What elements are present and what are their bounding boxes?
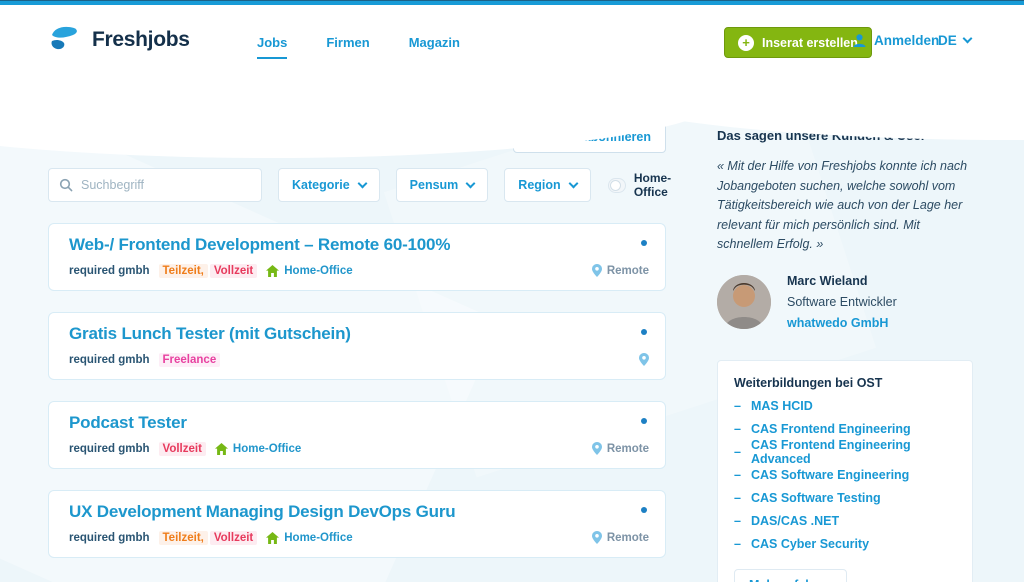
more-info-button[interactable]: Mehr erfahren — [734, 568, 848, 582]
course-label: CAS Software Engineering — [750, 468, 910, 482]
dash-icon: – — [734, 514, 741, 528]
job-title[interactable]: Podcast Tester — [69, 413, 647, 433]
course-label: CAS Frontend Engineering — [750, 422, 911, 436]
job-title[interactable]: UX Development Managing Design DevOps Gu… — [69, 502, 647, 522]
job-location: Remote — [606, 442, 649, 455]
nav-magazin[interactable]: Magazin — [409, 35, 460, 59]
search-input[interactable] — [81, 178, 251, 192]
badge-vollzeit: Vollzeit — [158, 442, 206, 456]
badge-vollzeit: Vollzeit — [209, 531, 258, 545]
top-accent-bar — [0, 0, 1024, 5]
job-card[interactable]: Podcast Tester required gmbh Vollzeit Ho… — [48, 401, 666, 469]
location-pin-icon — [591, 531, 602, 544]
course-link-cas-software-testing[interactable]: – CAS Software Testing — [734, 487, 956, 510]
create-listing-button[interactable]: + Inserat erstellen — [724, 27, 872, 58]
testimonial-author-name: Marc Wieland — [787, 273, 868, 288]
login-button[interactable]: Anmelden — [852, 33, 939, 48]
job-location: Remote — [606, 264, 649, 277]
chevron-down-icon — [568, 178, 579, 189]
main-nav: Jobs Firmen Magazin — [257, 35, 460, 59]
create-listing-label: Inserat erstellen — [762, 35, 858, 50]
user-icon — [852, 33, 867, 48]
home-office-badge: Home-Office — [232, 443, 302, 455]
course-link-mas-hcid[interactable]: – MAS HCID — [734, 395, 956, 418]
job-location: Remote — [606, 531, 649, 544]
testimonial-author-company-link[interactable]: whatwedo GmbH — [787, 313, 897, 334]
filter-pensum-label: Pensum — [409, 178, 459, 192]
course-label: DAS/CAS .NET — [750, 514, 840, 528]
unread-dot — [641, 240, 647, 246]
chevron-down-icon — [357, 178, 368, 189]
search-icon — [59, 178, 73, 192]
dash-icon: – — [734, 422, 741, 436]
home-office-badge: Home-Office — [284, 532, 353, 544]
logo-text: Freshjobs — [92, 28, 190, 51]
home-office-toggle-label: Home-Office — [633, 171, 672, 199]
logo[interactable]: Freshjobs — [48, 24, 190, 56]
course-link-cas-frontend-advanced[interactable]: – CAS Frontend Engineering Advanced — [734, 438, 956, 466]
badge-vollzeit: Vollzeit — [209, 264, 258, 278]
course-label: CAS Cyber Security — [750, 537, 870, 551]
freshjobs-logo-icon — [48, 24, 82, 56]
filter-kategorie-label: Kategorie — [292, 178, 350, 192]
job-card[interactable]: Gratis Lunch Tester (mit Gutschein) requ… — [48, 312, 666, 380]
testimonial-author-role: Software Entwickler — [787, 294, 897, 309]
home-office-toggle[interactable] — [607, 177, 626, 193]
course-label: CAS Frontend Engineering Advanced — [750, 438, 911, 466]
unread-dot — [641, 329, 647, 335]
home-icon — [266, 532, 280, 544]
filter-pensum[interactable]: Pensum — [395, 168, 489, 202]
badge-freelance: Freelance — [158, 353, 221, 367]
testimonial-quote: « Mit der Hilfe von Freshjobs konnte ich… — [717, 159, 968, 251]
course-label: CAS Software Testing — [750, 491, 881, 505]
dash-icon: – — [734, 399, 741, 413]
login-label: Anmelden — [874, 33, 940, 48]
job-card[interactable]: UX Development Managing Design DevOps Gu… — [48, 490, 666, 558]
chevron-down-icon — [962, 33, 973, 44]
search-box — [48, 168, 262, 202]
language-selector[interactable]: DE — [938, 33, 973, 48]
nav-jobs[interactable]: Jobs — [257, 35, 288, 59]
filter-region-label: Region — [518, 178, 561, 192]
sidebar: Das sagen unsere Kunden & User « Mit der… — [717, 128, 973, 582]
job-list-section: 4 frische Jobs in der Schweiz Jobs abonn… — [48, 121, 671, 558]
home-icon — [266, 265, 280, 277]
filter-kategorie[interactable]: Kategorie — [278, 168, 380, 202]
badge-teilzeit: Teilzeit, — [158, 531, 208, 545]
location-pin-icon — [639, 353, 649, 366]
dash-icon: – — [734, 468, 741, 482]
course-link-cas-cyber-security[interactable]: – CAS Cyber Security — [734, 533, 956, 556]
dash-icon: – — [734, 491, 741, 505]
home-icon — [214, 443, 228, 455]
badge-teilzeit: Teilzeit, — [158, 264, 208, 278]
plus-icon: + — [738, 34, 754, 51]
home-office-badge: Home-Office — [284, 265, 353, 277]
location-pin-icon — [591, 442, 602, 455]
job-title[interactable]: Web-/ Frontend Development – Remote 60-1… — [69, 235, 647, 255]
dash-icon: – — [734, 445, 741, 459]
course-link-cas-software-engineering[interactable]: – CAS Software Engineering — [734, 464, 956, 487]
unread-dot — [641, 507, 647, 513]
job-company: required gmbh — [69, 443, 150, 455]
courses-card: Weiterbildungen bei OST – MAS HCID – CAS… — [717, 359, 973, 582]
unread-dot — [641, 418, 647, 424]
nav-firmen[interactable]: Firmen — [326, 35, 369, 59]
dash-icon: – — [734, 537, 741, 551]
job-company: required gmbh — [69, 532, 150, 544]
toggle-knob — [609, 179, 621, 191]
courses-heading: Weiterbildungen bei OST — [734, 375, 883, 390]
job-company: required gmbh — [69, 265, 150, 277]
location-pin-icon — [591, 264, 602, 277]
job-company: required gmbh — [69, 354, 150, 366]
course-label: MAS HCID — [750, 399, 813, 413]
chevron-down-icon — [465, 178, 476, 189]
avatar — [717, 275, 771, 329]
course-link-das-cas-net[interactable]: – DAS/CAS .NET — [734, 510, 956, 533]
language-label: DE — [938, 33, 957, 48]
filter-region[interactable]: Region — [504, 168, 591, 202]
job-card[interactable]: Web-/ Frontend Development – Remote 60-1… — [48, 223, 666, 291]
job-title[interactable]: Gratis Lunch Tester (mit Gutschein) — [69, 324, 647, 344]
